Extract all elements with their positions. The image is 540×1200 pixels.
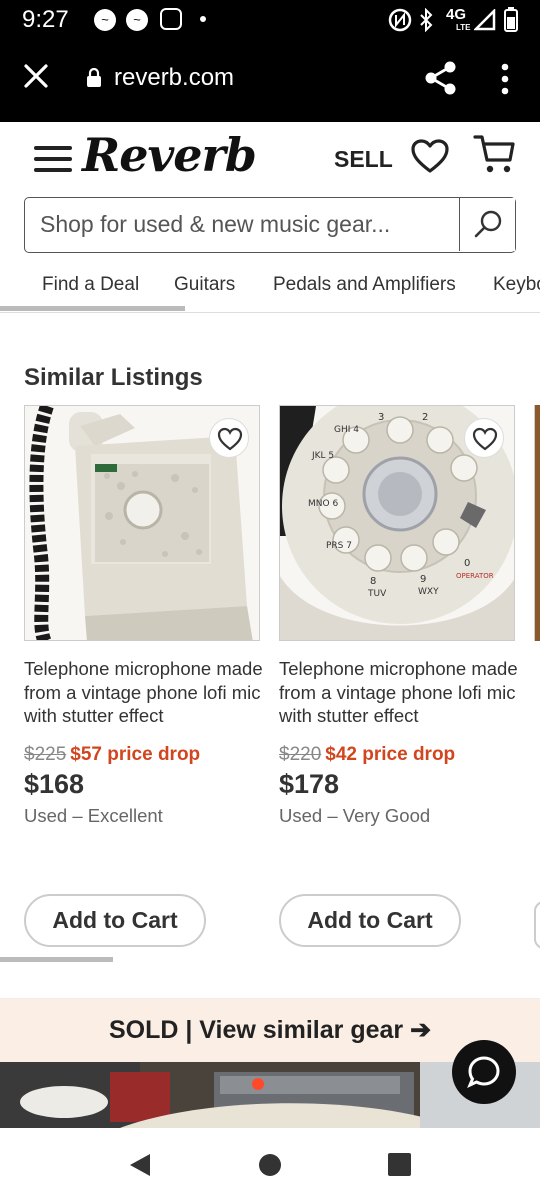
listing-image[interactable]: 3 2 GHI 4 JKL 5 MNO 6 PRS 7 8 TUV 9 WXY … bbox=[279, 405, 515, 641]
tab-guitars[interactable]: Guitars bbox=[174, 274, 235, 296]
svg-text:WXY: WXY bbox=[418, 587, 439, 597]
price-drop: $57 price drop bbox=[70, 744, 201, 765]
status-bar: 9:27 ~ ~ 4G LTE bbox=[0, 0, 540, 40]
svg-text:JKL 5: JKL 5 bbox=[311, 451, 334, 461]
listing-image-partial[interactable] bbox=[534, 405, 540, 641]
price-drop: $42 price drop bbox=[325, 744, 456, 765]
site-header: Reverb SELL bbox=[0, 122, 540, 198]
svg-text:3: 3 bbox=[378, 412, 384, 423]
svg-text:0: 0 bbox=[464, 558, 470, 569]
heart-icon bbox=[217, 427, 243, 451]
add-to-cart-button[interactable]: Add to Cart bbox=[279, 894, 461, 947]
listing-price: $178 bbox=[279, 769, 340, 799]
heart-icon bbox=[472, 427, 498, 451]
svg-text:GHI 4: GHI 4 bbox=[334, 425, 359, 435]
messenger-icon-2: ~ bbox=[126, 9, 148, 31]
nfc-icon bbox=[388, 8, 412, 32]
nav-divider bbox=[0, 312, 540, 313]
network-type: 4G bbox=[446, 6, 467, 23]
reverb-logo[interactable]: Reverb bbox=[82, 128, 257, 182]
hamburger-icon[interactable] bbox=[34, 146, 72, 176]
listing-title[interactable]: Telephone microphone made from a vintage… bbox=[24, 657, 274, 728]
url-text[interactable]: reverb.com bbox=[114, 64, 234, 92]
signal-icon bbox=[474, 9, 496, 31]
listing-card-partial[interactable] bbox=[534, 405, 540, 965]
lock-icon bbox=[87, 68, 101, 87]
close-icon[interactable] bbox=[22, 62, 50, 90]
search-button[interactable] bbox=[459, 198, 515, 251]
add-to-cart-button-partial[interactable] bbox=[534, 901, 540, 949]
favorite-button[interactable] bbox=[464, 418, 504, 458]
nav-scroll-indicator bbox=[0, 306, 185, 311]
price-line: $220 $42 price drop bbox=[279, 744, 455, 766]
bluetooth-icon bbox=[420, 8, 433, 32]
tab-keyboards[interactable]: Keybo bbox=[493, 274, 540, 296]
heart-icon[interactable] bbox=[410, 138, 450, 174]
back-icon[interactable] bbox=[128, 1152, 152, 1178]
favorite-button[interactable] bbox=[209, 418, 249, 458]
section-title: Similar Listings bbox=[24, 364, 203, 391]
network-lte: LTE bbox=[456, 23, 471, 32]
svg-text:9: 9 bbox=[420, 574, 426, 585]
messenger-icon: ~ bbox=[94, 9, 116, 31]
tab-pedals-and-amplifiers[interactable]: Pedals and Amplifiers bbox=[273, 274, 456, 296]
tab-find-a-deal[interactable]: Find a Deal bbox=[42, 274, 139, 296]
original-price: $225 bbox=[24, 744, 67, 765]
svg-text:OPERATOR: OPERATOR bbox=[456, 572, 494, 580]
svg-text:8: 8 bbox=[370, 576, 376, 587]
battery-icon bbox=[504, 7, 518, 32]
notification-dot-icon bbox=[200, 16, 206, 22]
listing-card[interactable]: Telephone microphone made from a vintage… bbox=[24, 405, 263, 965]
overflow-menu-icon[interactable] bbox=[496, 62, 514, 96]
sell-link[interactable]: SELL bbox=[334, 146, 393, 173]
listing-image[interactable] bbox=[24, 405, 260, 641]
svg-text:TUV: TUV bbox=[367, 589, 387, 599]
listing-condition: Used – Very Good bbox=[279, 805, 431, 826]
search-box bbox=[24, 197, 516, 253]
instagram-icon bbox=[160, 8, 182, 30]
price-line: $225 $57 price drop bbox=[24, 744, 200, 766]
chat-button[interactable] bbox=[452, 1040, 516, 1104]
chat-icon bbox=[467, 1056, 500, 1088]
original-price: $220 bbox=[279, 744, 322, 765]
share-icon[interactable] bbox=[424, 60, 458, 96]
cart-icon[interactable] bbox=[472, 132, 516, 176]
browser-toolbar: reverb.com bbox=[0, 40, 540, 122]
android-nav-bar bbox=[0, 1128, 540, 1200]
listing-condition: Used – Excellent bbox=[24, 805, 163, 826]
svg-text:2: 2 bbox=[422, 412, 428, 423]
listing-title[interactable]: Telephone microphone made from a vintage… bbox=[279, 657, 529, 728]
add-to-cart-button[interactable]: Add to Cart bbox=[24, 894, 206, 947]
listing-price: $168 bbox=[24, 769, 85, 799]
svg-text:PRS 7: PRS 7 bbox=[326, 541, 352, 551]
listing-scroll-indicator bbox=[0, 957, 113, 962]
listing-card[interactable]: 3 2 GHI 4 JKL 5 MNO 6 PRS 7 8 TUV 9 WXY … bbox=[279, 405, 518, 965]
recents-icon[interactable] bbox=[388, 1153, 411, 1176]
search-input[interactable] bbox=[25, 198, 459, 251]
home-icon[interactable] bbox=[258, 1153, 282, 1177]
status-time: 9:27 bbox=[22, 6, 69, 33]
sold-view-similar-link[interactable]: SOLD | View similar gear ➔ bbox=[0, 1015, 540, 1045]
search-icon bbox=[474, 210, 502, 238]
svg-text:MNO 6: MNO 6 bbox=[308, 499, 338, 509]
